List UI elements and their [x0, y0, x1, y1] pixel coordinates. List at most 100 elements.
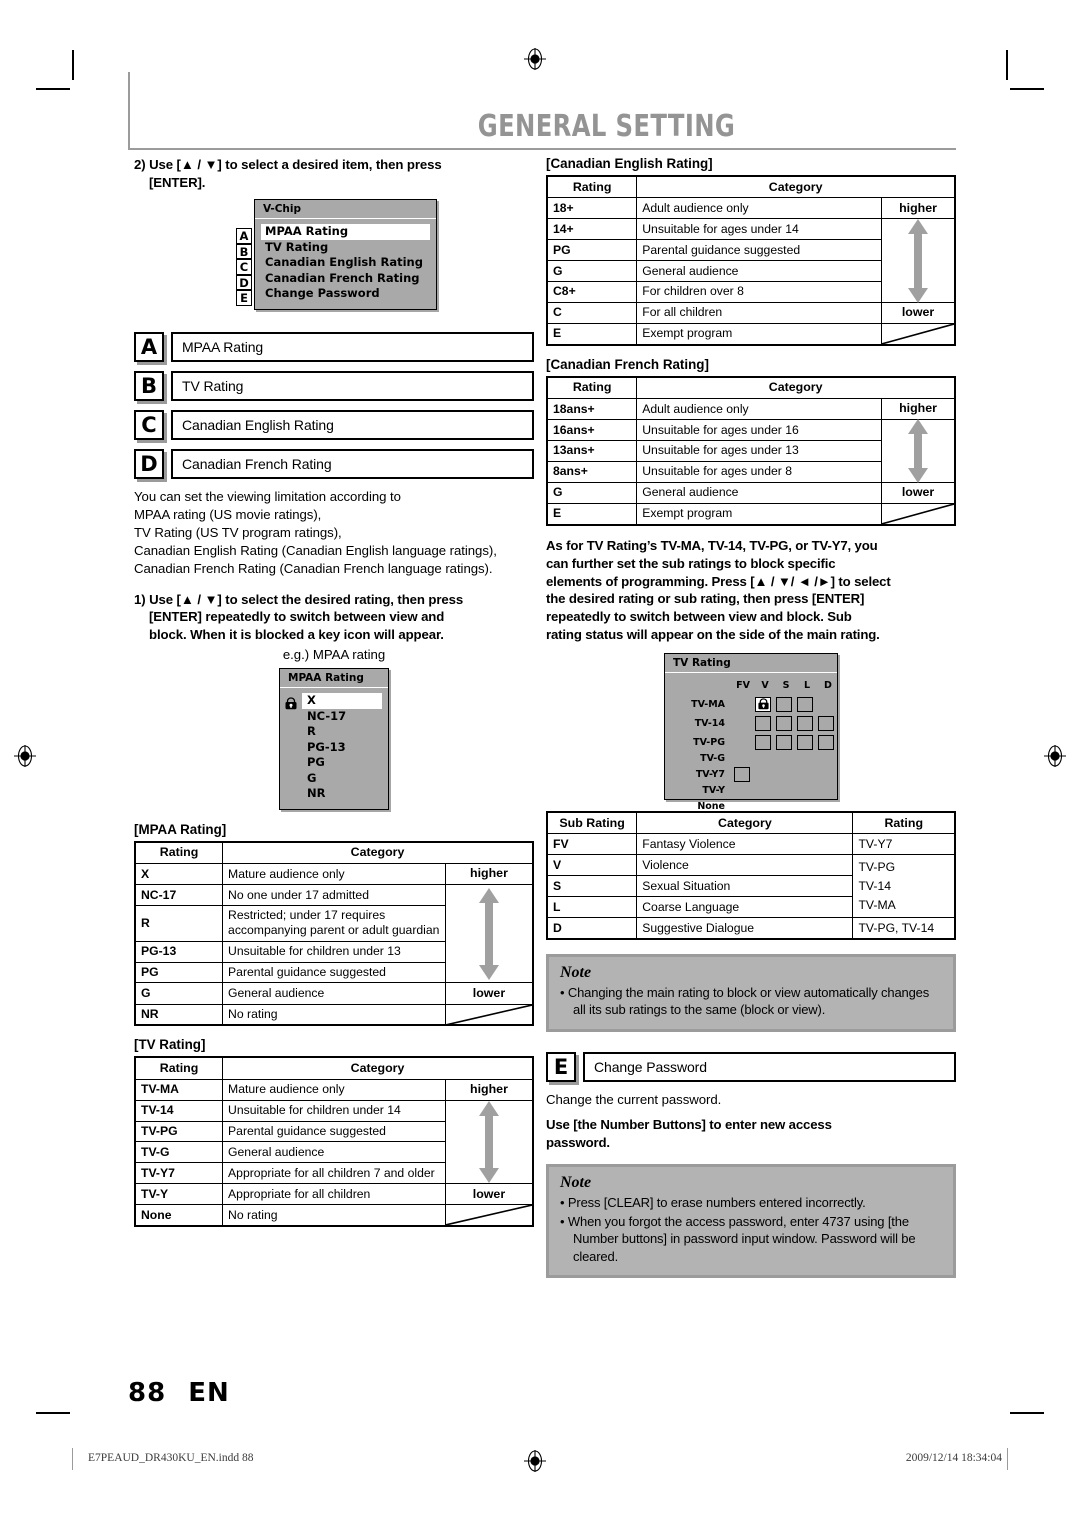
cell-rating: 8ans+ [546, 460, 638, 483]
password-description: Change the current password. [546, 1092, 722, 1108]
example-caption: e.g.) MPAA rating [282, 647, 386, 663]
cell-sub-rating: D [546, 917, 638, 940]
mpaa-item-r[interactable]: R [284, 724, 382, 740]
cell-rating: 13ans+ [546, 439, 638, 462]
cell-updown-arrow [444, 884, 534, 984]
table-row: D Suggestive Dialogue TV-PG, TV-14 [546, 917, 956, 940]
col-header-category: Category [222, 841, 534, 864]
grid-row-header-tv-pg: TV-PG [693, 737, 725, 749]
footer-file-name: E7PEAUD_DR430KU_EN.indd 88 [88, 1452, 254, 1464]
grid-cell-tvma-s[interactable] [776, 697, 792, 713]
vchip-item-mpaa-rating[interactable]: MPAA Rating [261, 224, 430, 240]
table-row: E Exempt program [546, 322, 956, 346]
mpaa-item-nc17[interactable]: NC-17 [284, 709, 382, 725]
table-row: V Violence TV-PG TV-14 TV-MA [546, 854, 956, 919]
mpaa-item-pg[interactable]: PG [284, 755, 382, 771]
grid-cell-tv14-s[interactable] [776, 716, 792, 732]
table-row: TV-14 Unsuitable for children under 14 [134, 1099, 534, 1185]
up-down-arrow-icon [882, 418, 954, 483]
col-header-rating: Rating [546, 376, 638, 399]
cell-lower-label: lower [881, 481, 956, 504]
grid-cell-tvpg-d[interactable] [818, 735, 834, 751]
vchip-item-tv-rating[interactable]: TV Rating [261, 240, 430, 256]
vchip-item-change-password[interactable]: Change Password [261, 286, 430, 302]
cell-rating: TV-G [134, 1141, 224, 1164]
grid-cell-tvpg-l[interactable] [797, 735, 813, 751]
mpaa-item-x[interactable]: X [302, 693, 382, 709]
cell-rating: R [134, 904, 224, 942]
option-letter-d: D [134, 448, 164, 479]
content-frame: GENERAL SETTING 2) Use [▲ / ▼] to select… [128, 72, 956, 1362]
tv-table-caption: [TV Rating] [134, 1037, 206, 1053]
cell-category: Coarse Language [636, 896, 854, 919]
cell-lower-label: lower [444, 982, 534, 1005]
table-row: E Exempt program [546, 502, 956, 526]
crop-mark-br-h [1010, 1412, 1044, 1414]
table-row: 18+ Adult audience only higher [546, 197, 956, 220]
cell-category: Fantasy Violence [636, 833, 854, 856]
grid-cell-tvma-l[interactable] [797, 697, 813, 713]
cell-category: Unsuitable for children under 14 [222, 1099, 446, 1122]
step-2-line-1: 2) Use [▲ / ▼] to select a desired item,… [134, 157, 442, 172]
mpaa-osd-items: X NC-17 R PG-13 PG G NR [280, 688, 388, 809]
mpaa-item-g[interactable]: G [284, 771, 382, 787]
grid-cell-tvma-v[interactable] [755, 697, 771, 713]
option-row-d: D Canadian French Rating [134, 448, 534, 479]
grid-cell-tvy7-fv[interactable] [734, 767, 750, 783]
cell-category: Exempt program [636, 322, 883, 346]
grid-row-header-tv-g: TV-G [700, 753, 725, 765]
cell-rating-tv-pg: TV-PG [858, 859, 896, 874]
sub-rating-line-3: elements of programming. Press [▲ / ▼/ ◄… [546, 573, 891, 589]
key-letter-b: B [236, 243, 252, 260]
grid-cell-tvpg-v[interactable] [755, 735, 771, 751]
cell-updown-arrow [444, 1099, 534, 1185]
table-row: FV Fantasy Violence TV-Y7 [546, 833, 956, 856]
cell-rating: C [546, 301, 638, 324]
tv-rating-grid-osd-window: TV Rating FV V S L D TV-MA TV-14 TV-PG T… [664, 653, 838, 812]
col-header-category: Category [222, 1056, 534, 1080]
grid-col-header-d: D [824, 680, 832, 692]
registration-mark-left [14, 745, 36, 767]
crop-mark-r-h [1010, 88, 1044, 90]
grid-cell-tv14-d[interactable] [818, 716, 834, 732]
grid-cell-tv14-v[interactable] [755, 716, 771, 732]
mpaa-item-nr[interactable]: NR [284, 786, 382, 802]
grid-col-header-s: S [782, 680, 790, 692]
cell-rating: TV-Y7 [852, 833, 956, 856]
table-header-row: Rating Category [546, 376, 956, 399]
grid-cell-tv14-l[interactable] [797, 716, 813, 732]
col-header-category: Category [636, 811, 854, 835]
description-line-5: Canadian French Rating (Canadian French … [134, 561, 493, 577]
cell-category: General audience [222, 1141, 446, 1164]
cell-rating: TV-Y7 [134, 1162, 224, 1185]
table-header-row: Sub Rating Category Rating [546, 811, 956, 835]
grid-cell-tvpg-s[interactable] [776, 735, 792, 751]
cell-lower-label: lower [881, 301, 956, 324]
col-header-rating: Rating [852, 811, 956, 835]
grid-row-header-tv-y7: TV-Y7 [695, 769, 725, 781]
cell-diagonal-slash [444, 1003, 534, 1026]
option-bar-list: A MPAA Rating B TV Rating C Canadian Eng… [134, 331, 534, 479]
option-label-change-password: Change Password [583, 1052, 956, 1083]
mpaa-item-pg13[interactable]: PG-13 [284, 740, 382, 756]
cell-rating-tv-14: TV-14 [858, 878, 891, 893]
cell-category: Unsuitable for children under 13 [222, 940, 446, 963]
tv-grid-osd-title: TV Rating [665, 654, 837, 674]
mpaa-item-x-row[interactable]: X [284, 693, 382, 709]
vchip-item-canadian-english-rating[interactable]: Canadian English Rating [261, 255, 430, 271]
vchip-menu-items: MPAA Rating TV Rating Canadian English R… [255, 219, 436, 309]
cell-category: For children over 8 [636, 280, 883, 303]
cell-rating: TV-MA [134, 1078, 224, 1101]
canadian-english-rating-table: Rating Category 18+ Adult audience only … [546, 175, 956, 346]
footer-timestamp: 2009/12/14 18:34:04 [905, 1452, 1002, 1464]
cell-rating: E [546, 502, 638, 526]
step-1-line-2: [ENTER] repeatedly to switch between vie… [149, 609, 445, 625]
registration-mark-bottom [524, 1450, 546, 1472]
cell-category: Restricted; under 17 requires accompanyi… [222, 904, 446, 942]
table-row: 14+ Unsuitable for ages under 14 [546, 218, 956, 303]
cell-rating: G [546, 260, 638, 282]
table-row: C For all children lower [546, 301, 956, 324]
vchip-item-canadian-french-rating[interactable]: Canadian French Rating [261, 271, 430, 287]
sub-rating-line-2: can further set the sub ratings to block… [546, 555, 836, 571]
table-row: TV-MA Mature audience only higher [134, 1078, 534, 1101]
